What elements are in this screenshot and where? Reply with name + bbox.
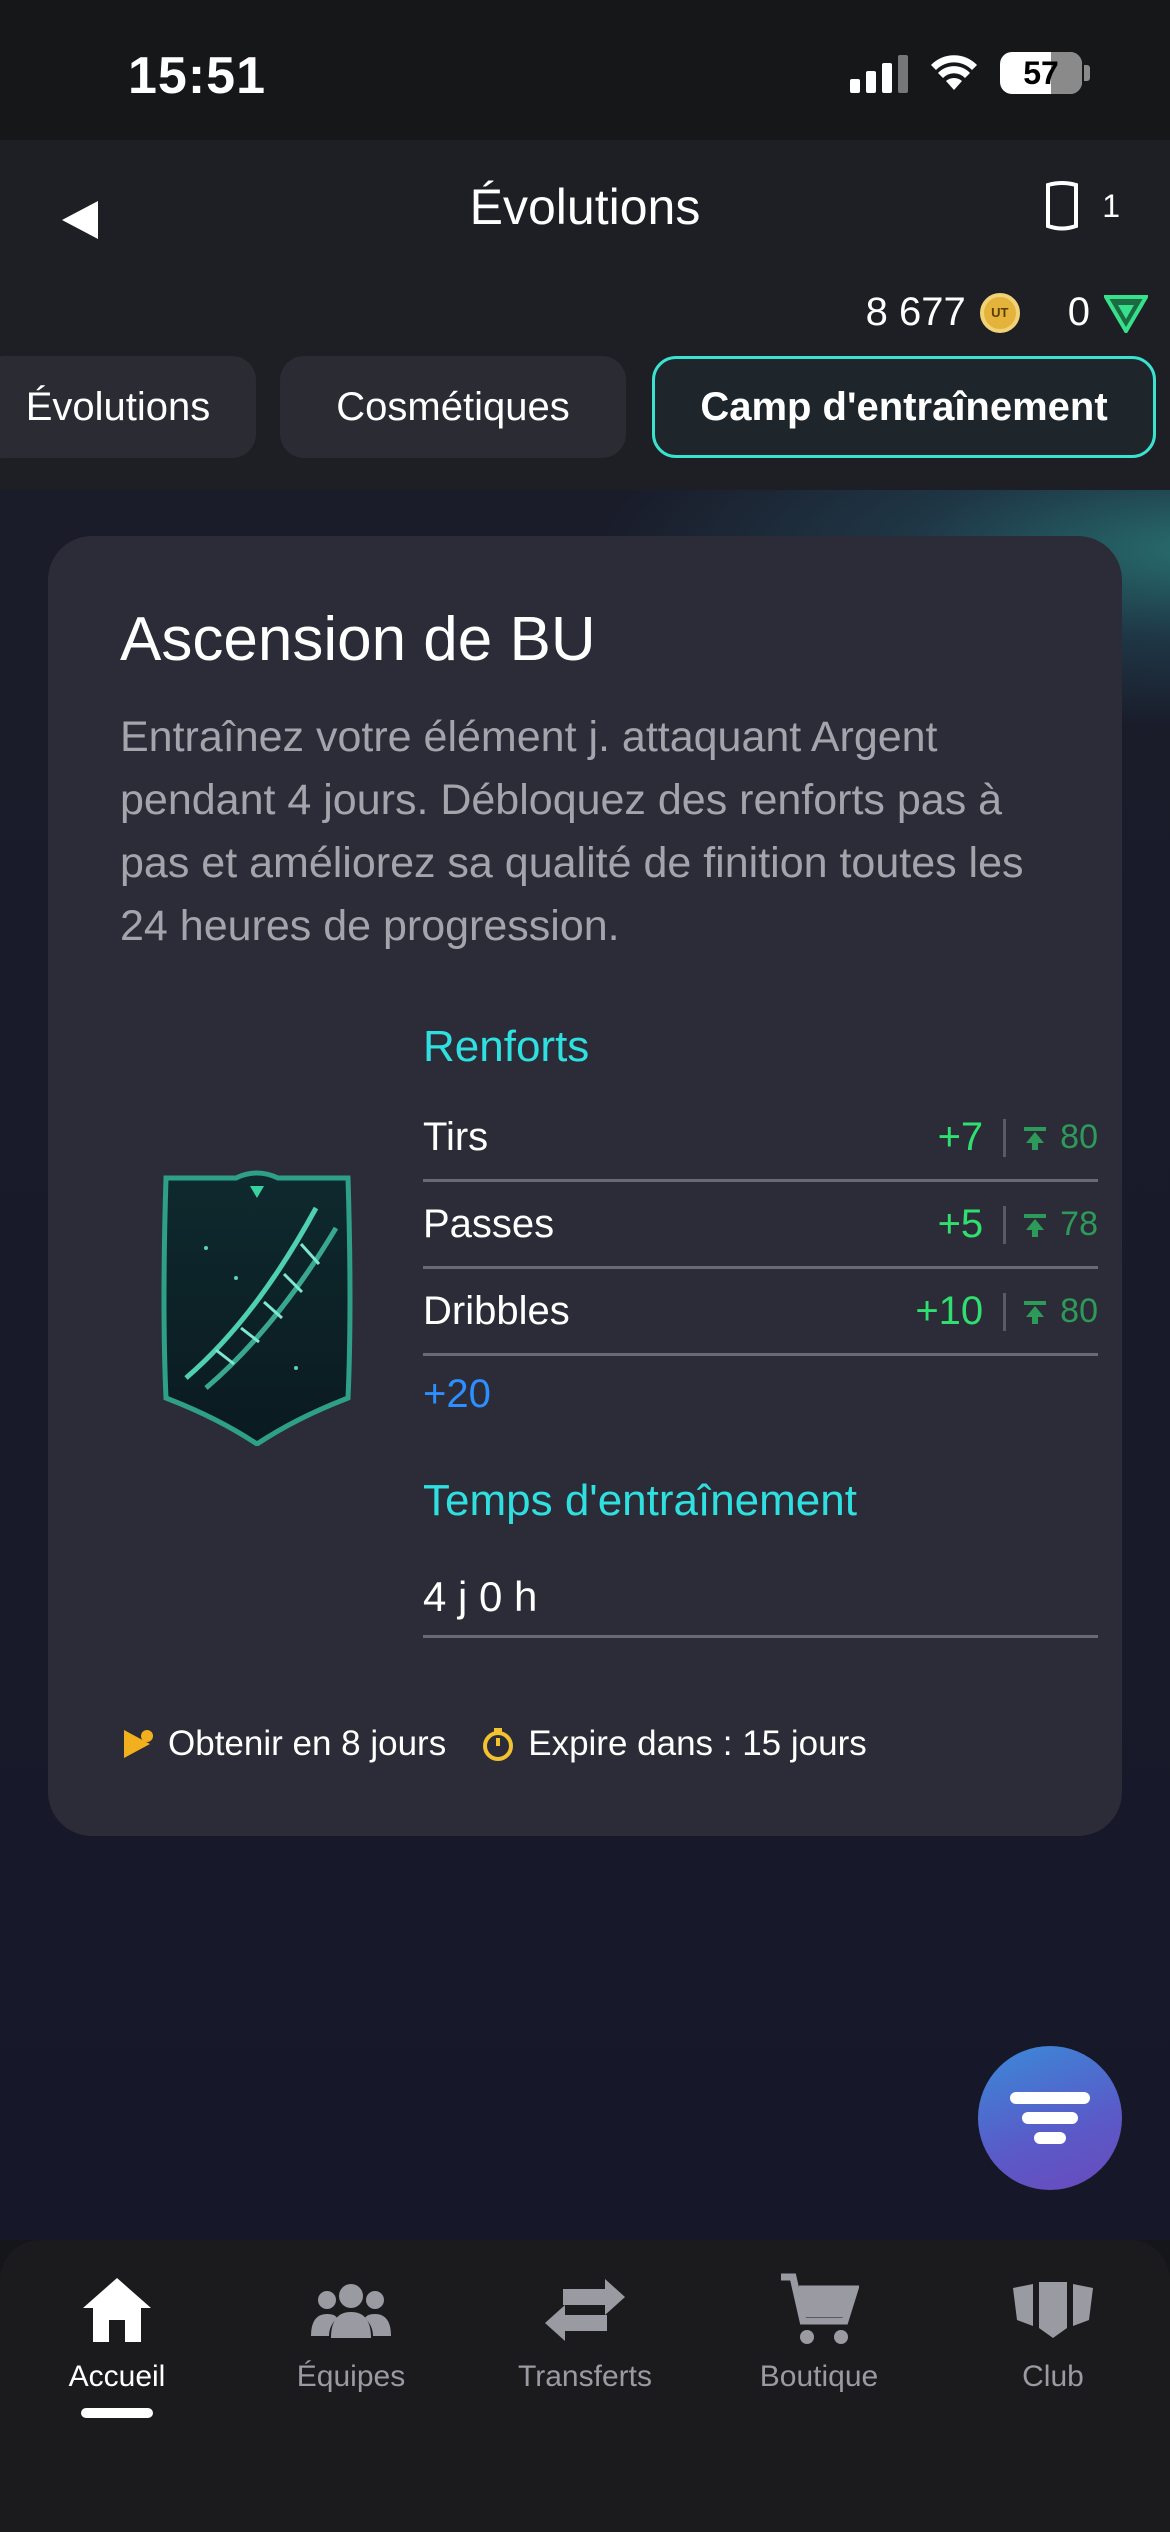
training-time-heading: Temps d'entraînement	[423, 1476, 857, 1525]
total-boost: +20	[423, 1372, 491, 1416]
boost-divider	[1003, 1118, 1007, 1157]
boost-name: Dribbles	[423, 1289, 570, 1333]
bottom-navigation: Accueil Équipes Transferts Boutique Club	[0, 2240, 1170, 2532]
expire-text: Expire dans : 15 jours	[528, 1724, 867, 1763]
shield-count: 1	[1102, 187, 1120, 224]
tab-label: Cosmétiques	[336, 384, 570, 429]
boost-value: +5	[937, 1202, 984, 1246]
ut-coin-icon: UT	[979, 292, 1020, 333]
boosts-heading: Renforts	[423, 1022, 590, 1071]
boost-cap: 80	[1060, 1292, 1098, 1330]
status-time: 15:51	[128, 47, 266, 105]
shield-counter-button[interactable]: 1	[1042, 180, 1120, 232]
tab-label: Camp d'entraînement	[700, 384, 1108, 429]
obtain-play-icon	[124, 1730, 153, 1758]
people-icon	[306, 2270, 396, 2350]
points-amount: 0	[1067, 290, 1090, 334]
card-title: Ascension de BU	[120, 605, 596, 674]
boost-row-tirs: Tirs +7 80	[423, 1096, 1098, 1182]
boost-row-passes: Passes +5 78	[423, 1183, 1098, 1269]
page-title: Évolutions	[469, 179, 701, 235]
cellular-signal-icon	[850, 53, 908, 93]
wifi-icon	[931, 55, 977, 90]
battery-level: 57	[1023, 54, 1059, 91]
coins-amount: 8 677	[865, 290, 966, 334]
nav-label: Club	[1022, 2360, 1084, 2393]
shield-icon	[1046, 181, 1079, 231]
boost-cap: 78	[1060, 1205, 1098, 1243]
status-bar: 15:51 57	[0, 0, 1170, 140]
club-icon	[1008, 2270, 1098, 2350]
tab-cosmetiques[interactable]: Cosmétiques	[280, 356, 626, 458]
battery-icon: 57	[1000, 52, 1082, 94]
boost-divider	[1003, 1292, 1007, 1331]
stat-cap-icon	[1024, 1126, 1047, 1150]
boost-name: Tirs	[423, 1115, 489, 1159]
nav-label: Boutique	[759, 2360, 879, 2393]
nav-equipes[interactable]: Équipes	[234, 2270, 468, 2470]
boost-value: +7	[937, 1115, 984, 1159]
evolution-card-art	[161, 1170, 353, 1446]
nav-label: Transferts	[518, 2360, 652, 2393]
filter-button[interactable]	[978, 2046, 1122, 2190]
currency-bar: 8 677 UT 0	[866, 290, 1148, 335]
card-description: Entraînez votre élément j. attaquant Arg…	[120, 713, 1024, 950]
nav-accueil[interactable]: Accueil	[0, 2270, 234, 2470]
nav-transferts[interactable]: Transferts	[468, 2270, 702, 2470]
boost-row-dribbles: Dribbles +10 80	[423, 1270, 1098, 1356]
nav-club[interactable]: Club	[936, 2270, 1170, 2470]
app-header: Évolutions 1 8 677 UT 0 Évolutions Cosmé…	[0, 140, 1170, 490]
nav-boutique[interactable]: Boutique	[702, 2270, 936, 2470]
fc-points-icon	[1104, 294, 1148, 333]
boost-divider	[1003, 1205, 1007, 1244]
tab-camp-entrainement[interactable]: Camp d'entraînement	[652, 356, 1156, 458]
tab-bar: Évolutions Cosmétiques Camp d'entraîneme…	[0, 356, 1170, 460]
boost-value: +10	[915, 1289, 984, 1333]
evolution-card[interactable]: Ascension de BU Entraînez votre élément …	[48, 536, 1122, 1836]
obtain-text: Obtenir en 8 jours	[168, 1724, 447, 1763]
tab-evolutions[interactable]: Évolutions	[0, 356, 256, 458]
home-icon	[72, 2270, 162, 2350]
nav-label: Accueil	[68, 2360, 166, 2393]
stat-cap-icon	[1024, 1213, 1047, 1237]
nav-label: Équipes	[296, 2360, 406, 2393]
tab-label: Évolutions	[25, 384, 211, 429]
boost-cap: 80	[1060, 1118, 1098, 1156]
transfer-arrows-icon	[540, 2270, 630, 2350]
stat-cap-icon	[1024, 1300, 1047, 1324]
status-icons: 57	[850, 52, 1090, 94]
main-content: Ascension de BU Entraînez votre élément …	[0, 490, 1170, 2240]
boost-name: Passes	[423, 1202, 555, 1246]
active-indicator	[81, 2408, 153, 2418]
timer-icon	[483, 1728, 514, 1761]
training-time-value: 4 j 0 h	[423, 1558, 1098, 1638]
filter-icon	[1010, 2092, 1090, 2144]
cart-icon	[774, 2270, 864, 2350]
card-footer: Obtenir en 8 jours Expire dans : 15 jour…	[120, 1724, 867, 1764]
